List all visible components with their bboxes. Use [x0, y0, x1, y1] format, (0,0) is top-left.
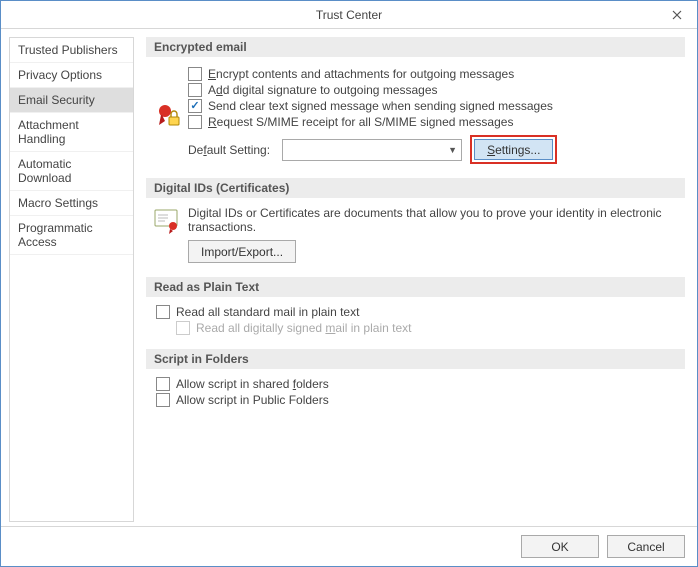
section-encrypted-email: Encrypted email Encrypt conten [146, 37, 685, 164]
sidebar-item-privacy-options[interactable]: Privacy Options [10, 63, 133, 88]
sidebar-item-email-security[interactable]: Email Security [10, 88, 133, 113]
section-title-digital-ids: Digital IDs (Certificates) [146, 178, 685, 198]
checkbox-add-digital-signature[interactable] [188, 83, 202, 97]
label-default-setting: Default Setting: [188, 143, 270, 157]
sidebar-item-attachment-handling[interactable]: Attachment Handling [10, 113, 133, 152]
content-pane: Encrypted email Encrypt conten [134, 37, 689, 522]
dialog-body: Trusted Publishers Privacy Options Email… [1, 29, 697, 526]
sidebar-item-automatic-download[interactable]: Automatic Download [10, 152, 133, 191]
label-request-smime-receipt: Request S/MIME receipt for all S/MIME si… [208, 115, 513, 129]
label-send-clear-text: Send clear text signed message when send… [208, 99, 553, 113]
window-title: Trust Center [316, 8, 382, 22]
encrypted-row-first: Encrypt contents and attachments for out… [146, 65, 685, 164]
cancel-button[interactable]: Cancel [607, 535, 685, 558]
default-setting-combo[interactable]: ▼ [282, 139, 462, 161]
settings-button-highlight: Settings... [470, 135, 557, 164]
close-icon [672, 10, 682, 20]
trust-center-window: Trust Center Trusted Publishers Privacy … [0, 0, 698, 567]
label-read-signed-plain: Read all digitally signed mail in plain … [196, 321, 411, 335]
section-title-encrypted: Encrypted email [146, 37, 685, 57]
section-title-plain-text: Read as Plain Text [146, 277, 685, 297]
section-read-plain-text: Read as Plain Text Read all standard mai… [146, 277, 685, 335]
checkbox-read-all-plain[interactable] [156, 305, 170, 319]
close-button[interactable] [657, 1, 697, 29]
label-read-all-plain: Read all standard mail in plain text [176, 305, 359, 319]
ribbon-lock-icon [153, 101, 181, 129]
section-digital-ids: Digital IDs (Certificates) Dig [146, 178, 685, 263]
settings-button[interactable]: Settings... [474, 139, 553, 160]
dialog-footer: OK Cancel [1, 526, 697, 566]
checkbox-request-smime-receipt[interactable] [188, 115, 202, 129]
label-script-public: Allow script in Public Folders [176, 393, 329, 407]
label-encrypt-contents: Encrypt contents and attachments for out… [208, 67, 514, 81]
titlebar: Trust Center [1, 1, 697, 29]
sidebar-item-macro-settings[interactable]: Macro Settings [10, 191, 133, 216]
certificate-icon [153, 206, 181, 234]
checkbox-encrypt-contents[interactable] [188, 67, 202, 81]
checkbox-script-shared[interactable] [156, 377, 170, 391]
checkbox-read-signed-plain [176, 321, 190, 335]
checkbox-send-clear-text[interactable] [188, 99, 202, 113]
label-add-digital-signature: Add digital signature to outgoing messag… [208, 83, 438, 97]
section-script-folders: Script in Folders Allow script in shared… [146, 349, 685, 407]
sidebar-item-trusted-publishers[interactable]: Trusted Publishers [10, 38, 133, 63]
import-export-button[interactable]: Import/Export... [188, 240, 296, 263]
sidebar: Trusted Publishers Privacy Options Email… [9, 37, 134, 522]
ok-button[interactable]: OK [521, 535, 599, 558]
checkbox-script-public[interactable] [156, 393, 170, 407]
digital-ids-description: Digital IDs or Certificates are document… [188, 206, 685, 234]
sidebar-item-programmatic-access[interactable]: Programmatic Access [10, 216, 133, 255]
label-script-shared: Allow script in shared folders [176, 377, 329, 391]
chevron-down-icon: ▼ [448, 145, 457, 155]
section-title-script-folders: Script in Folders [146, 349, 685, 369]
